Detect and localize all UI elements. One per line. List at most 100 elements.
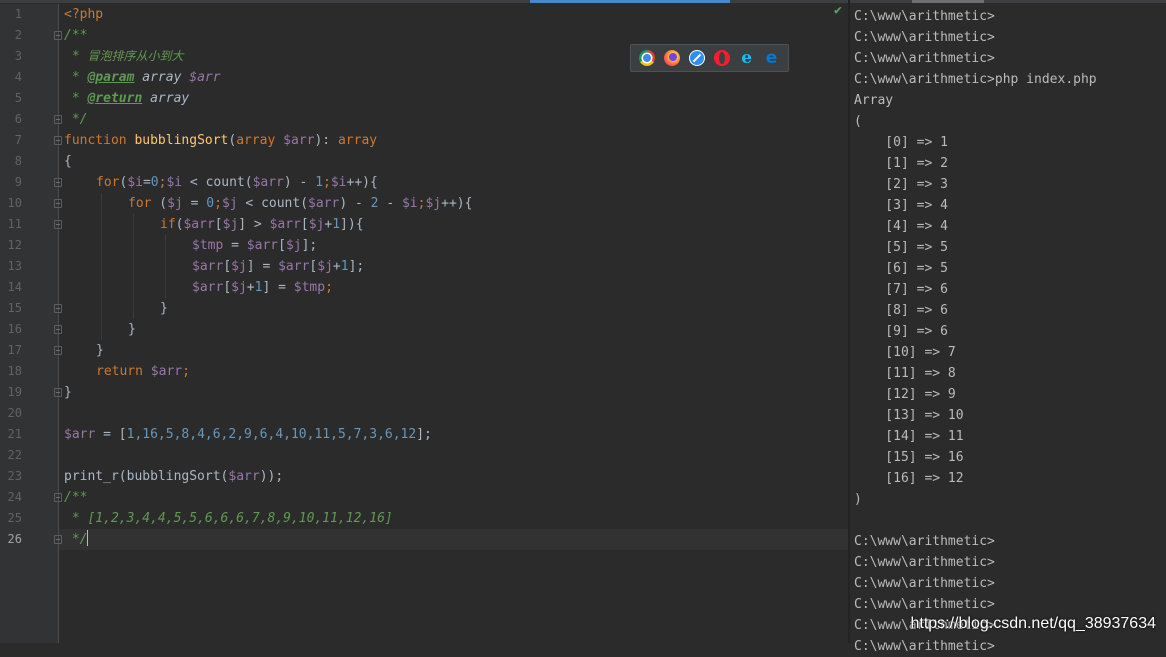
code-line-13[interactable]: $arr[$j] = $arr[$j+1]; <box>59 256 848 277</box>
brace: } <box>160 301 168 316</box>
punctuation: [ <box>223 259 232 274</box>
ie-icon[interactable]: e <box>739 50 755 67</box>
code-line-21[interactable]: $arr = [1,16,5,8,4,6,2,9,6,4,10,11,5,7,3… <box>59 424 848 445</box>
fold-toggle-icon[interactable] <box>54 493 62 502</box>
fold-toggle-icon[interactable] <box>54 199 62 208</box>
variable: $j <box>167 196 183 211</box>
punctuation: [ <box>223 280 232 295</box>
terminal-line: [0] => 1 <box>854 135 948 150</box>
code-line-23[interactable]: print_r(bubblingSort($arr)); <box>59 466 848 487</box>
line-number: 7 <box>14 133 22 147</box>
terminal-line: C:\www\arithmetic> <box>854 51 995 66</box>
punctuation: ; <box>182 364 190 379</box>
line-number: 13 <box>7 259 22 273</box>
fold-toggle-icon[interactable] <box>54 220 62 229</box>
code-line-19[interactable]: } <box>59 382 848 403</box>
code-editor[interactable]: ✔ <?php /** * 冒泡排序从小到大 * @param array $a… <box>0 0 848 643</box>
code-line-26-current[interactable]: */ <box>59 529 848 550</box>
line-number: 22 <box>7 448 22 462</box>
code-line-2[interactable]: /** <box>59 25 848 46</box>
operator: ] = <box>246 259 279 274</box>
code-line-14[interactable]: $arr[$j+1] = $tmp; <box>59 277 848 298</box>
code-line-24[interactable]: /** <box>59 487 848 508</box>
array-literal: 1,16,5,8,4,6,2,9,6,4,10,11,5,7,3,6,12 <box>126 427 417 442</box>
variable: $arr <box>252 175 284 190</box>
code-line-10[interactable]: for ($j = 0;$j < count($arr) - 2 - $i;$j… <box>59 193 848 214</box>
doc-comment: * <box>64 70 88 85</box>
safari-icon[interactable] <box>689 50 706 66</box>
fold-toggle-icon[interactable] <box>54 178 62 187</box>
code-text: ++){ <box>441 196 473 211</box>
line-number: 21 <box>7 427 22 441</box>
doc-comment: /** <box>64 28 88 43</box>
variable: $arr <box>192 280 224 295</box>
opera-icon[interactable] <box>713 50 730 66</box>
fold-toggle-icon[interactable] <box>54 304 62 313</box>
fold-toggle-icon[interactable] <box>54 115 62 124</box>
variable: $arr <box>192 259 224 274</box>
keyword: function <box>64 133 127 148</box>
terminal-line: C:\www\arithmetic> <box>854 534 995 549</box>
chrome-icon[interactable] <box>639 50 656 66</box>
doc-type: array <box>142 91 190 106</box>
operator: = <box>223 238 247 253</box>
code-line-18[interactable]: return $arr; <box>59 361 848 382</box>
line-number: 12 <box>7 238 22 252</box>
edge-icon[interactable]: e <box>764 50 780 67</box>
code-text: < count( <box>237 196 309 211</box>
code-text: ) - <box>339 196 371 211</box>
number: 2 <box>370 196 379 211</box>
variable: $j <box>222 217 239 232</box>
terminal-scroll-thumb[interactable] <box>912 0 984 3</box>
code-area[interactable]: <?php /** * 冒泡排序从小到大 * @param array $arr… <box>59 4 848 643</box>
open-in-browser-toolbar: e e <box>630 44 789 72</box>
line-number: 14 <box>7 280 22 294</box>
text-cursor <box>87 530 89 546</box>
line-number: 11 <box>7 217 22 231</box>
terminal-line: [8] => 6 <box>854 303 948 318</box>
line-number: 20 <box>7 406 22 420</box>
code-line-16[interactable]: } <box>59 319 848 340</box>
code-line-1[interactable]: <?php <box>59 4 848 25</box>
line-number: 1 <box>14 7 22 21</box>
code-line-11[interactable]: if($arr[$j] > $arr[$j+1]){ <box>59 214 848 235</box>
terminal-line: C:\www\arithmetic> <box>854 576 995 591</box>
keyword: for <box>96 175 120 190</box>
fold-toggle-icon[interactable] <box>54 346 62 355</box>
code-line-12[interactable]: $tmp = $arr[$j]; <box>59 235 848 256</box>
line-number: 25 <box>7 511 22 525</box>
terminal-panel[interactable]: C:\www\arithmetic> C:\www\arithmetic> C:\w… <box>848 0 1166 654</box>
terminal-line: [5] => 5 <box>854 240 948 255</box>
code-text: ) - <box>283 175 316 190</box>
terminal-line: [16] => 12 <box>854 471 964 486</box>
fold-toggle-icon[interactable] <box>54 31 62 40</box>
terminal-line: [1] => 2 <box>854 156 948 171</box>
fold-toggle-icon[interactable] <box>54 388 62 397</box>
doc-comment: */ <box>64 112 88 127</box>
fold-toggle-icon[interactable] <box>54 535 62 544</box>
code-line-8[interactable]: { <box>59 151 848 172</box>
fold-toggle-icon[interactable] <box>54 136 62 145</box>
code-line-15[interactable]: } <box>59 298 848 319</box>
operator: = <box>182 196 207 211</box>
code-line-9[interactable]: for($i=0;$i < count($arr) - 1;$i++){ <box>59 172 848 193</box>
code-line-22[interactable] <box>59 445 848 466</box>
code-line-7[interactable]: function bubblingSort(array $arr): array <box>59 130 848 151</box>
terminal-line: [3] => 4 <box>854 198 948 213</box>
code-line-17[interactable]: } <box>59 340 848 361</box>
firefox-icon[interactable] <box>664 50 681 66</box>
variable: $arr <box>278 259 310 274</box>
horizontal-scroll-thumb[interactable] <box>530 0 730 3</box>
code-line-25[interactable]: * [1,2,3,4,4,5,5,6,6,6,7,8,9,10,11,12,16… <box>59 508 848 529</box>
code-line-6[interactable]: */ <box>59 109 848 130</box>
fold-toggle-icon[interactable] <box>54 325 62 334</box>
code-line-20[interactable] <box>59 403 848 424</box>
code-line-5[interactable]: * @return array <box>59 88 848 109</box>
php-open-tag: <?php <box>64 7 104 22</box>
line-number: 24 <box>7 490 22 504</box>
operator: + <box>246 280 255 295</box>
function-name: bubblingSort <box>134 133 229 148</box>
line-number: 8 <box>14 154 22 168</box>
line-number: 15 <box>7 301 22 315</box>
terminal-line: C:\www\arithmetic> <box>854 30 995 45</box>
